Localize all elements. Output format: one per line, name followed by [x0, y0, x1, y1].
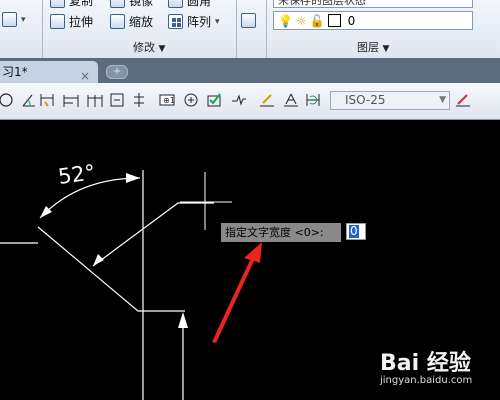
- svg-text:⊕1: ⊕1: [163, 96, 175, 105]
- fillet-label: 圆角: [187, 0, 212, 8]
- dim-space-button[interactable]: [108, 91, 126, 109]
- update-icon: [306, 94, 320, 106]
- drawing-canvas[interactable]: 52° 指定文字宽度 <0>: 0 Bai 经验 jingyan.baidu.c…: [0, 120, 500, 400]
- separator: [42, 0, 43, 58]
- text-edit-icon: [284, 93, 298, 107]
- dim-radius-button[interactable]: [0, 91, 18, 109]
- baidu-logo: Bai 经验: [380, 351, 471, 376]
- chevron-down-icon: ▼: [382, 44, 390, 54]
- copy-label: 复制: [69, 0, 94, 8]
- unlock-icon: 🔓: [309, 13, 325, 28]
- document-tab-bar: 习1* × +: [0, 58, 500, 83]
- extend-icon: [2, 12, 17, 27]
- stretch-label: 拉伸: [69, 15, 94, 29]
- stretch-icon: [50, 14, 65, 29]
- dimension-toolbar: ⊕1 ISO-25 ▼: [0, 83, 500, 120]
- ribbon: ▾ 复制 镜像 圆角 拉伸 缩放 阵列 ▾ 未保存的图层状态 💡 ☼ 🔓 0 修: [0, 0, 500, 59]
- dim-style-dropdown[interactable]: ISO-25 ▼: [330, 91, 450, 110]
- partial-tool-button[interactable]: ▾: [2, 12, 26, 27]
- watermark: Bai 经验 jingyan.baidu.com: [380, 345, 472, 386]
- break-icon: [134, 93, 144, 107]
- dim-quick-button[interactable]: [38, 91, 56, 109]
- layer-panel-label: 图层: [357, 41, 379, 54]
- copy-button[interactable]: 复制: [50, 0, 93, 9]
- mirror-button[interactable]: 镜像: [110, 0, 153, 9]
- dim-angular-button[interactable]: [20, 91, 38, 109]
- dim-style-icon: [456, 94, 470, 107]
- scale-icon: [110, 14, 125, 29]
- annotation-arrow: [212, 242, 262, 343]
- mirror-label: 镜像: [129, 0, 154, 8]
- tolerance-icon: ⊕1: [159, 94, 175, 106]
- dim-text-edit-button[interactable]: [282, 91, 300, 109]
- current-layer-name: 0: [347, 13, 356, 28]
- scale-label: 缩放: [129, 15, 154, 29]
- layer-panel-title[interactable]: 图层 ▼: [357, 39, 389, 55]
- arrowhead: [178, 312, 188, 328]
- dynamic-input-prompt: 指定文字宽度 <0>:: [221, 223, 341, 242]
- angle-dimension-text: 52°: [56, 160, 97, 189]
- chevron-down-icon: ▾: [21, 14, 26, 25]
- inspect-icon: [207, 93, 221, 107]
- chevron-down-icon: ▾: [215, 16, 220, 27]
- leader-line: [92, 202, 179, 267]
- scale-button[interactable]: 缩放: [110, 13, 153, 30]
- geometry-line: [37, 226, 139, 312]
- fillet-button[interactable]: 圆角: [168, 0, 211, 9]
- layer-state-dropdown[interactable]: 未保存的图层状态: [273, 0, 473, 8]
- document-tab[interactable]: 习1* ×: [0, 61, 98, 83]
- modify-panel-label: 修改: [133, 41, 155, 54]
- layer-match-icon: [241, 13, 256, 28]
- radius-icon: [0, 93, 13, 107]
- array-button[interactable]: 阵列 ▾: [168, 13, 220, 30]
- mirror-icon: [110, 0, 125, 8]
- center-mark-icon: [184, 93, 198, 107]
- continue-icon: [87, 95, 103, 107]
- center-mark-button[interactable]: [182, 91, 200, 109]
- space-icon: [110, 93, 124, 107]
- color-swatch: [327, 14, 341, 27]
- separator: [236, 0, 237, 58]
- quick-dim-icon: [40, 94, 54, 107]
- dynamic-input-value: 0: [349, 224, 359, 238]
- inspect-button[interactable]: [205, 91, 223, 109]
- arrowhead: [126, 173, 140, 183]
- document-tab-label: 习1*: [2, 65, 28, 79]
- tolerance-button[interactable]: ⊕1: [158, 91, 176, 109]
- jogged-linear-button[interactable]: [230, 91, 248, 109]
- dynamic-input-field[interactable]: 0: [346, 223, 366, 240]
- chevron-down-icon: ▼: [439, 95, 446, 105]
- lightbulb-icon: 💡: [278, 13, 293, 28]
- new-tab-button[interactable]: +: [106, 65, 128, 79]
- stretch-button[interactable]: 拉伸: [50, 13, 93, 30]
- array-icon: [168, 14, 183, 29]
- layer-dropdown[interactable]: 💡 ☼ 🔓 0: [273, 11, 473, 30]
- watermark-url: jingyan.baidu.com: [380, 375, 473, 386]
- jog-icon: [232, 94, 246, 106]
- dim-continue-button[interactable]: [86, 91, 104, 109]
- edit-dim-icon: [260, 94, 274, 107]
- match-layer-button[interactable]: [241, 13, 256, 28]
- dim-style-manager-button[interactable]: [454, 91, 472, 109]
- modify-panel-title[interactable]: 修改 ▼: [133, 39, 165, 55]
- fillet-icon: [168, 0, 183, 8]
- dim-update-button[interactable]: [304, 91, 322, 109]
- dim-edit-button[interactable]: [258, 91, 276, 109]
- dim-baseline-button[interactable]: [62, 91, 80, 109]
- array-label: 阵列: [187, 15, 212, 29]
- sun-icon: ☼: [295, 13, 307, 28]
- separator: [266, 0, 267, 58]
- baseline-icon: [63, 95, 79, 107]
- angular-icon: [22, 94, 35, 107]
- arrowhead: [93, 254, 104, 266]
- dim-style-value: ISO-25: [345, 93, 386, 107]
- chevron-down-icon: ▼: [158, 44, 166, 54]
- dim-break-button[interactable]: [130, 91, 148, 109]
- copy-icon: [50, 0, 65, 8]
